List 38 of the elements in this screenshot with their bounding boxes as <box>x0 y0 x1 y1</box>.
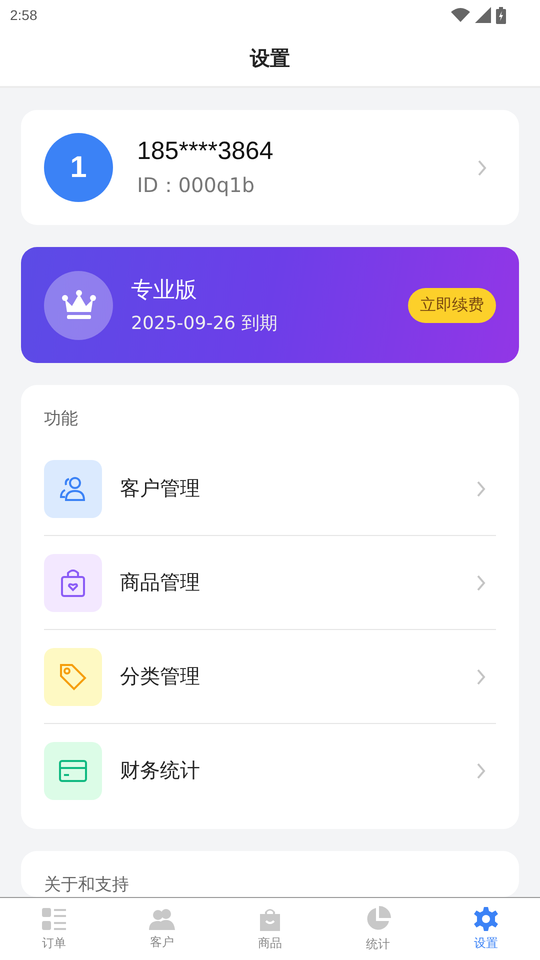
wifi-icon <box>451 8 470 22</box>
battery-icon <box>496 6 506 24</box>
user-id: ID：000q1b <box>137 172 256 198</box>
renew-button[interactable]: 立即续费 <box>408 288 496 322</box>
plan-name: 专业版 <box>131 277 198 305</box>
tab-bar-item[interactable]: 商品 <box>216 898 324 960</box>
section-title: 关于和支持 <box>44 875 129 895</box>
menu-item-label: 财务统计 <box>120 757 201 784</box>
tab-bar-item[interactable]: 统计 <box>324 898 432 960</box>
expiry-date: 2025-09-26 到期 <box>131 312 278 335</box>
chevron-icon <box>476 668 486 686</box>
profile-card[interactable]: 1 185****3864 ID：000q1b <box>21 110 519 225</box>
settings-icon <box>474 906 498 930</box>
bag-icon <box>259 906 281 930</box>
menu-item[interactable]: 分类管理 <box>44 630 496 724</box>
chevron-icon <box>477 158 487 176</box>
menu-item-label: 商品管理 <box>120 569 201 596</box>
chevron-icon <box>476 574 486 592</box>
crown-icon <box>62 290 96 320</box>
phone-number: 185****3864 <box>137 136 274 166</box>
list-icon <box>42 906 66 930</box>
section-title: 功能 <box>44 408 79 430</box>
pie-chart-icon <box>365 906 391 932</box>
avatar: 1 <box>44 133 113 202</box>
page-title: 设置 <box>250 44 290 72</box>
chevron-icon <box>476 480 486 498</box>
people-icon <box>149 908 175 930</box>
menu-item[interactable]: 商品管理 <box>44 536 496 630</box>
menu-item[interactable]: 财务统计 <box>44 724 496 817</box>
menu-item-label: 分类管理 <box>120 663 201 690</box>
tab-bar-item[interactable]: 订单 <box>0 898 108 960</box>
signal-icon <box>475 7 491 23</box>
chevron-icon <box>476 762 486 780</box>
tab-bar-item[interactable]: 设置 <box>432 898 540 960</box>
menu-item-label: 客户管理 <box>120 475 201 502</box>
menu-item[interactable]: 客户管理 <box>44 442 496 536</box>
tab-bar-item[interactable]: 客户 <box>108 898 216 960</box>
status-time: 2:58 <box>10 7 38 23</box>
